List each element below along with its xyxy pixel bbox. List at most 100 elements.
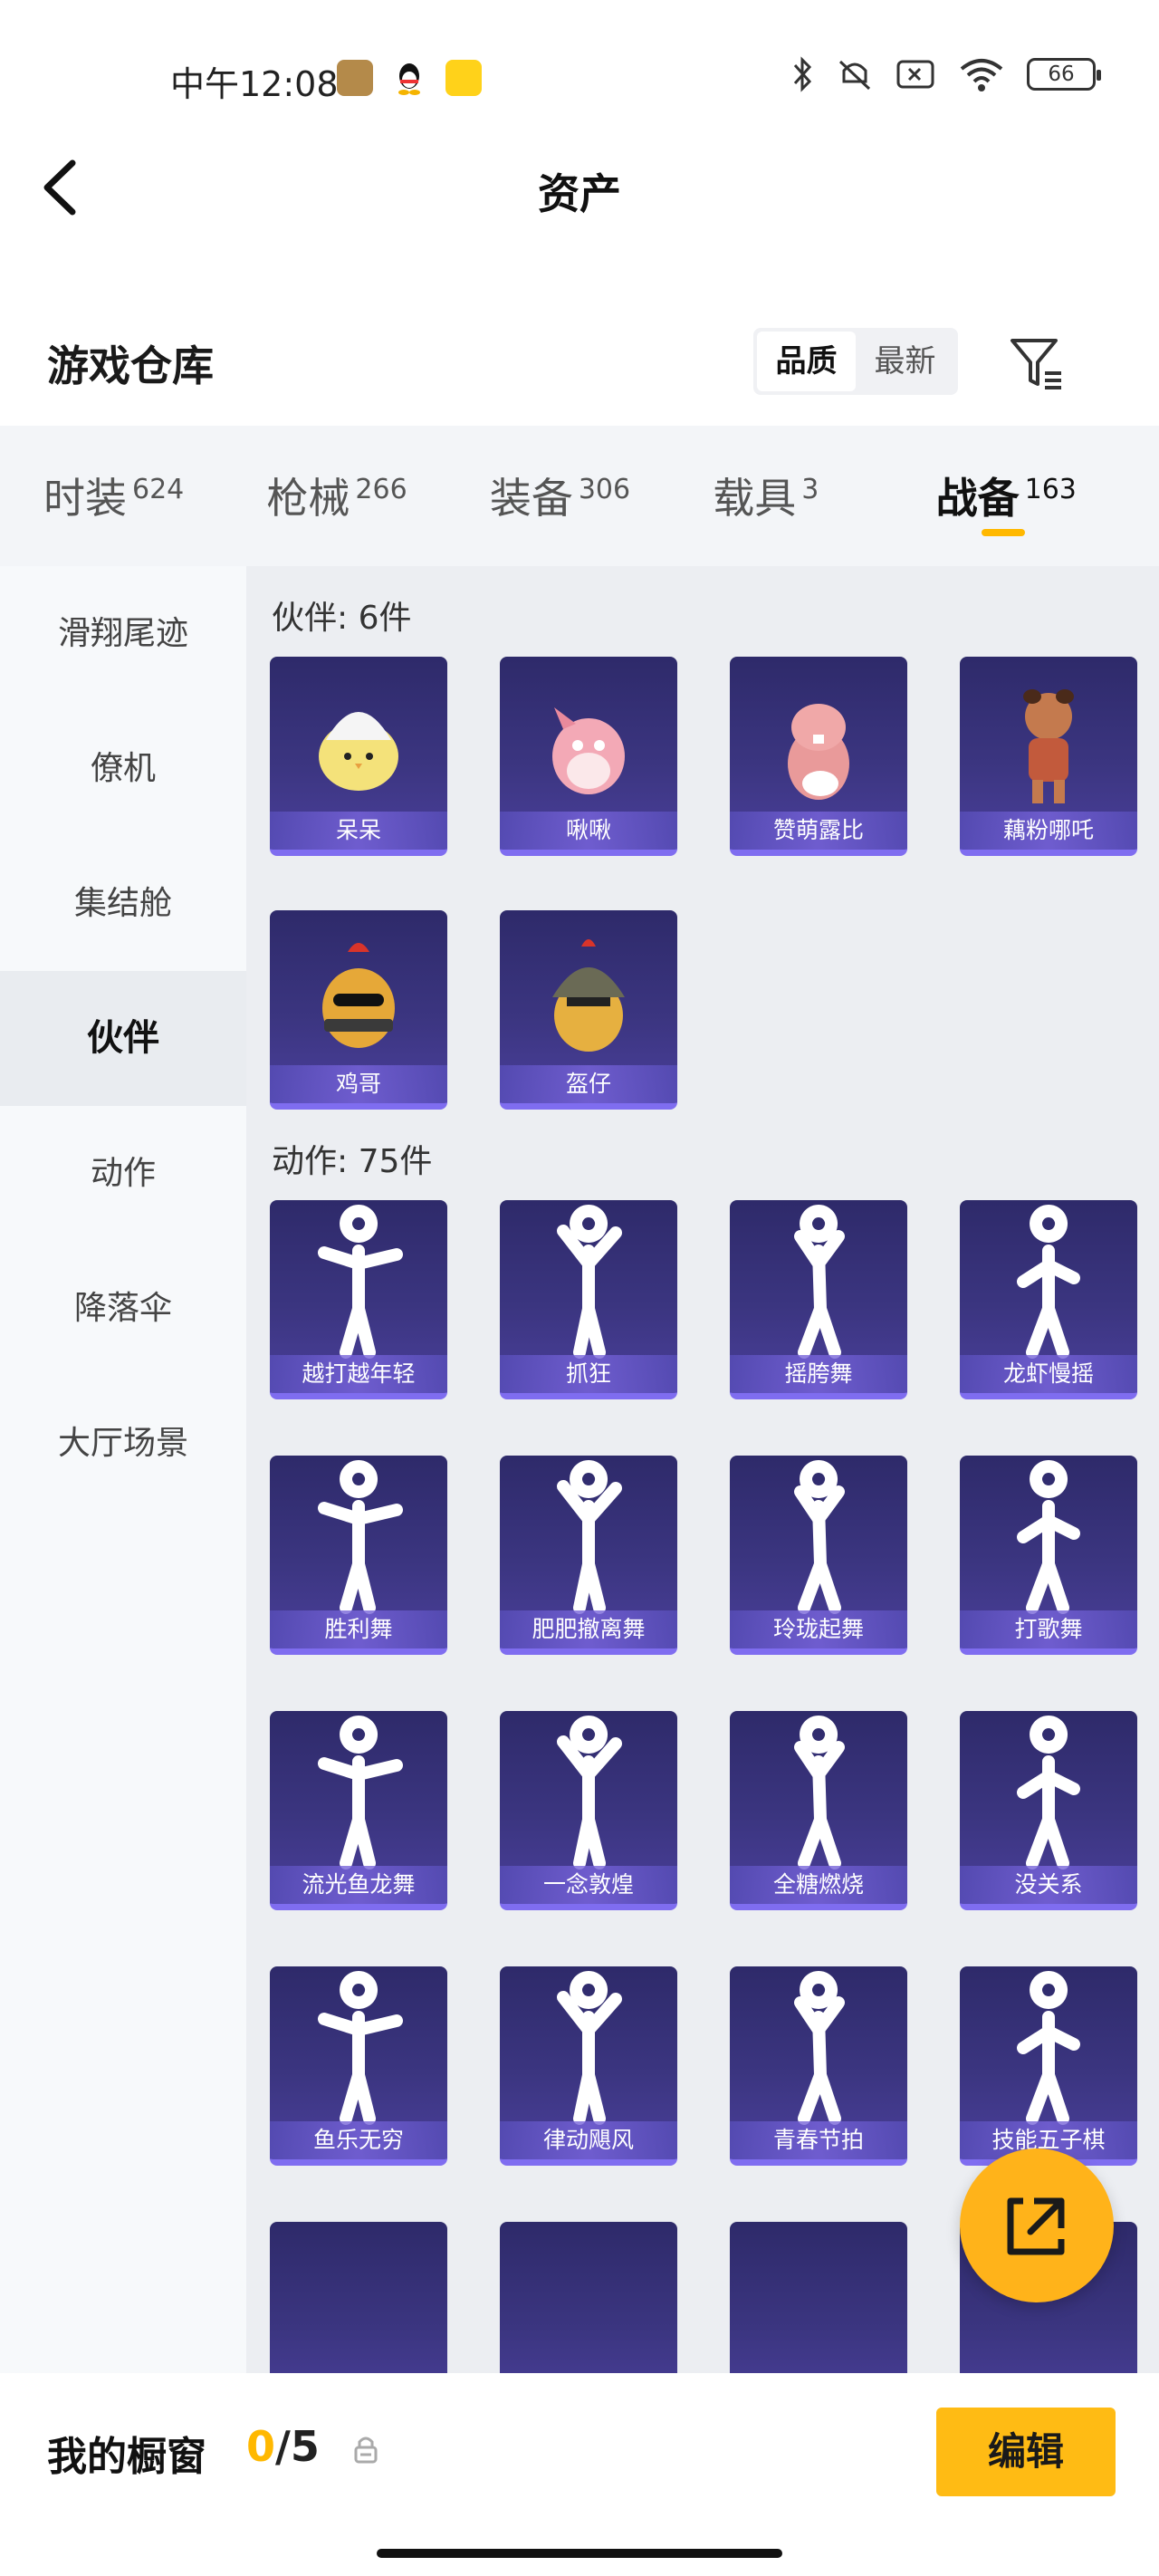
item-tile[interactable]: 流光鱼龙舞 [270, 1711, 447, 1910]
emote-figure-icon [318, 1205, 403, 1359]
showcase-count: 0/5 [246, 2422, 320, 2471]
item-tile[interactable]: 律动飓风 [500, 1966, 677, 2166]
emote-figure-icon [557, 1971, 622, 2125]
tab-label: 载具 [713, 474, 797, 523]
item-name: 龙虾慢摇 [960, 1355, 1137, 1393]
sidebar-item-emote[interactable]: 动作 [0, 1106, 246, 1241]
item-tile[interactable]: 越打越年轻 [270, 1200, 447, 1399]
mute-icon [838, 60, 871, 91]
emote-figure-icon [1017, 1716, 1080, 1870]
showcase-current: 0 [246, 2422, 276, 2471]
item-tile[interactable]: 打歌舞 [960, 1456, 1137, 1655]
status-app-icons [337, 60, 482, 96]
bluetooth-icon [793, 56, 812, 92]
item-tile[interactable]: 肥肥撤离舞 [500, 1456, 677, 1655]
tab-label: 时装 [43, 474, 127, 523]
item-name: 青春节拍 [730, 2121, 907, 2159]
item-name: 呆呆 [270, 812, 447, 850]
partners-section-title: 伙伴: 6件 [272, 600, 412, 637]
tab-label: 战备 [935, 474, 1020, 523]
sidebar-item-parachute[interactable]: 降落伞 [0, 1241, 246, 1376]
lock-icon [354, 2437, 378, 2464]
sidebar-item-glide-trail[interactable]: 滑翔尾迹 [0, 566, 246, 701]
yellow-app-icon [445, 60, 482, 96]
item-tile[interactable]: 摇胯舞 [730, 1200, 907, 1399]
game-app-icon [337, 60, 373, 96]
item-name: 鸡哥 [270, 1065, 447, 1103]
tab-count: 306 [578, 474, 631, 505]
emote-figure-icon [557, 1716, 622, 1870]
sidebar-item-wingman[interactable]: 僚机 [0, 701, 246, 836]
pink-bird-partner-icon [552, 707, 625, 794]
item-tile[interactable]: 没关系 [960, 1711, 1137, 1910]
tab-count: 624 [132, 474, 185, 505]
status-time: 中午12:08 [170, 64, 339, 104]
emote-figure-icon [557, 1460, 622, 1614]
tab-equipment[interactable]: 装备 306 [490, 426, 713, 566]
item-tile[interactable]: 赞萌露比 [730, 657, 907, 856]
tab-battle-gear[interactable]: 战备 163 [936, 426, 1159, 566]
item-tile[interactable]: 技能五子棋 [960, 1966, 1137, 2166]
emote-figure-icon [1017, 1205, 1080, 1359]
filter-button[interactable] [1007, 333, 1067, 393]
sim-off-icon [896, 60, 934, 89]
item-name: 鱼乐无穷 [270, 2121, 447, 2159]
emote-figure-icon [794, 1716, 845, 1870]
item-tile[interactable]: 鸡哥 [270, 910, 447, 1110]
item-tile[interactable]: 玲珑起舞 [730, 1456, 907, 1655]
item-tile[interactable] [730, 2222, 907, 2378]
title-bar: 资产 [0, 136, 1159, 245]
emote-figure-icon [794, 1205, 845, 1359]
wifi-icon [960, 59, 1003, 91]
tab-weapons[interactable]: 枪械 266 [266, 426, 489, 566]
item-grid-area: 伙伴: 6件 呆呆 啾啾 赞萌露比 藕粉哪吒 鸡哥 盔仔 动作: 75件 越打越… [246, 566, 1159, 2378]
emote-figure-icon [794, 1460, 845, 1614]
sort-newest-button[interactable]: 最新 [856, 332, 954, 391]
qq-icon [398, 63, 420, 95]
item-tile[interactable] [270, 2222, 447, 2378]
status-indicators: 66 [791, 56, 1101, 92]
item-name: 越打越年轻 [270, 1355, 447, 1393]
item-tile[interactable]: 胜利舞 [270, 1456, 447, 1655]
item-name: 流光鱼龙舞 [270, 1866, 447, 1904]
tab-count: 266 [355, 474, 407, 505]
emote-figure-icon [1017, 1460, 1080, 1614]
helmet-chick-partner-icon [552, 939, 625, 1052]
page-title: 资产 [538, 169, 621, 218]
sidebar-item-partner[interactable]: 伙伴 [0, 971, 246, 1106]
share-button[interactable] [960, 2148, 1114, 2302]
tab-vehicles[interactable]: 载具 3 [713, 426, 935, 566]
sort-quality-button[interactable]: 品质 [757, 332, 856, 391]
item-tile[interactable]: 啾啾 [500, 657, 677, 856]
home-indicator [377, 2549, 782, 2558]
sidebar: 滑翔尾迹 僚机 集结舱 伙伴 动作 降落伞 大厅场景 [0, 566, 246, 2378]
sidebar-item-lobby-scene[interactable]: 大厅场景 [0, 1376, 246, 1511]
item-tile[interactable] [500, 2222, 677, 2378]
emotes-section-title: 动作: 75件 [272, 1143, 433, 1180]
emote-figure-icon [557, 1205, 622, 1359]
tab-count: 3 [801, 474, 819, 505]
item-tile[interactable]: 青春节拍 [730, 1966, 907, 2166]
item-tile[interactable]: 龙虾慢摇 [960, 1200, 1137, 1399]
item-name: 抓狂 [500, 1355, 677, 1393]
tab-label: 枪械 [266, 474, 350, 523]
item-tile[interactable]: 呆呆 [270, 657, 447, 856]
item-name: 玲珑起舞 [730, 1610, 907, 1648]
item-tile[interactable]: 一念敦煌 [500, 1711, 677, 1910]
sidebar-item-rally-pod[interactable]: 集结舱 [0, 836, 246, 971]
item-tile[interactable]: 鱼乐无穷 [270, 1966, 447, 2166]
item-tile[interactable]: 全糖燃烧 [730, 1711, 907, 1910]
edit-button[interactable]: 编辑 [936, 2408, 1116, 2496]
emote-figure-icon [318, 1460, 403, 1614]
item-tile[interactable]: 盔仔 [500, 910, 677, 1110]
tab-fashion[interactable]: 时装 624 [43, 426, 266, 566]
item-tile[interactable]: 藕粉哪吒 [960, 657, 1137, 856]
filter-icon [1011, 339, 1061, 389]
sort-toggle: 品质 最新 [753, 328, 958, 395]
battery-indicator: 66 [1027, 58, 1101, 91]
emote-figure-icon [1017, 1971, 1080, 2125]
showcase-bar: 我的橱窗 0/5 编辑 [0, 2373, 1159, 2576]
share-icon [1007, 2197, 1065, 2255]
item-tile[interactable]: 抓狂 [500, 1200, 677, 1399]
item-name: 没关系 [960, 1866, 1137, 1904]
